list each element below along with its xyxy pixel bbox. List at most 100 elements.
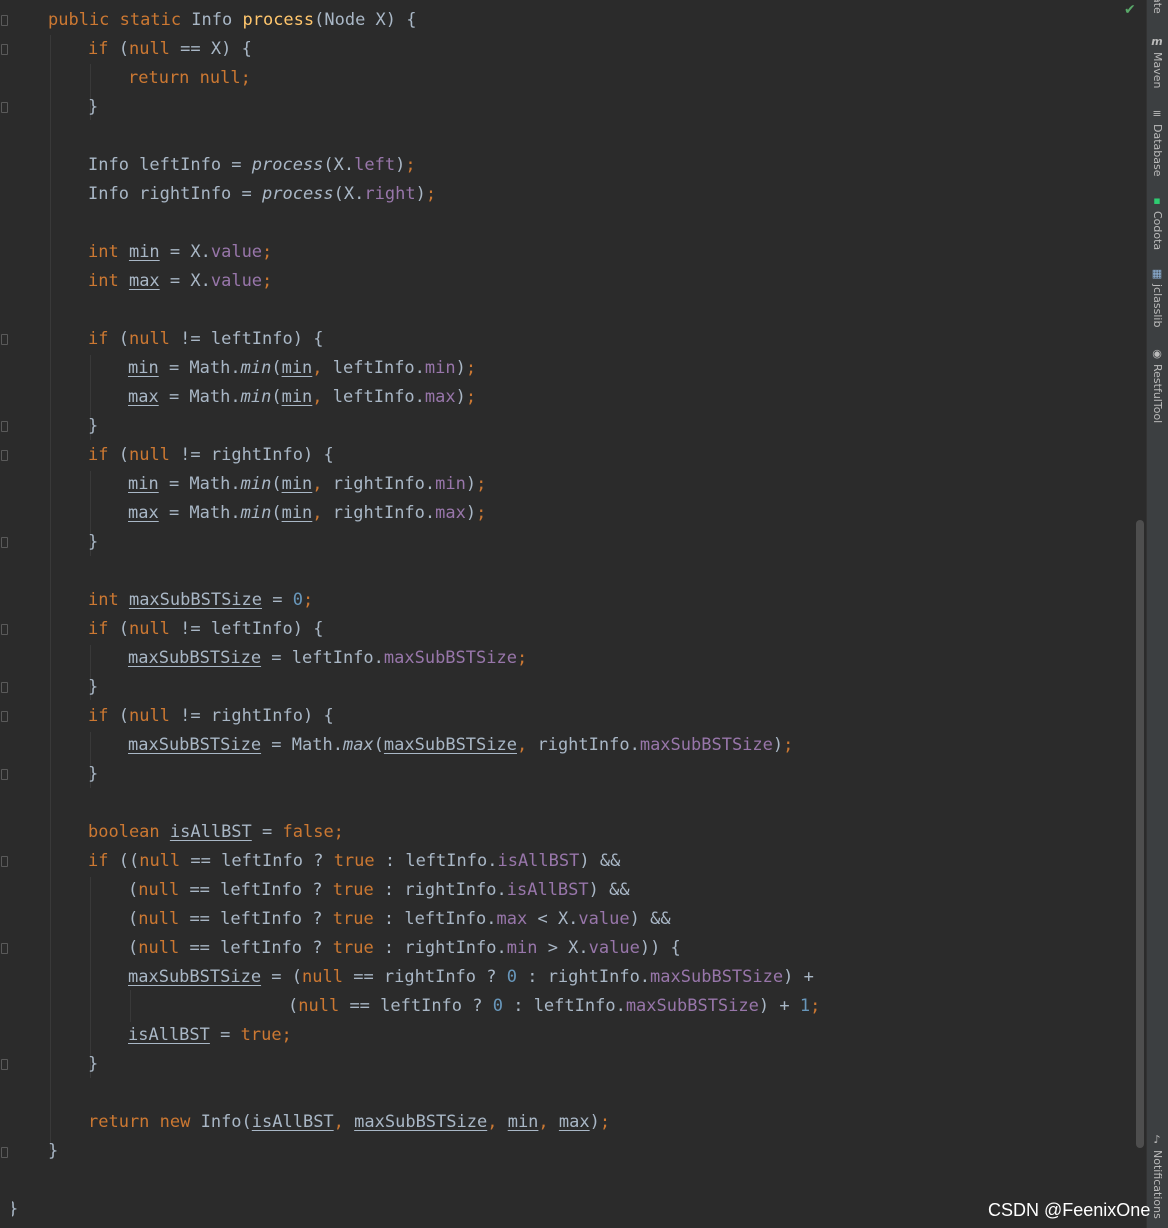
- fold-marker-icon[interactable]: [1, 334, 8, 345]
- code-token: return new: [88, 1112, 201, 1132]
- code-token: null: [128, 706, 181, 726]
- code-line[interactable]: int maxSubBSTSize = 0;: [88, 586, 313, 615]
- code-line[interactable]: boolean isAllBST = false;: [88, 818, 344, 847]
- code-line[interactable]: (null == leftInfo ? true : rightInfo.min…: [128, 934, 681, 963]
- code-line[interactable]: (null == leftInfo ? true : rightInfo.isA…: [128, 876, 630, 905]
- code-line[interactable]: }: [88, 1050, 98, 1079]
- code-token: > X.: [537, 938, 589, 958]
- code-token: boolean: [88, 822, 170, 842]
- fold-marker-icon[interactable]: [1, 711, 8, 722]
- code-token: leftInfo.: [332, 358, 425, 378]
- code-line[interactable]: maxSubBSTSize = (null == rightInfo ? 0 :…: [128, 963, 814, 992]
- code-line[interactable]: if (null == X) {: [88, 35, 252, 64]
- csdn-watermark: CSDN @FeenixOne: [988, 1200, 1151, 1220]
- fold-marker-icon[interactable]: [1, 943, 8, 954]
- fold-marker-icon[interactable]: [1, 537, 8, 548]
- code-line[interactable]: (null == leftInfo ? true : leftInfo.max …: [128, 905, 671, 934]
- code-line[interactable]: }: [88, 760, 98, 789]
- fold-marker-icon[interactable]: [1, 450, 8, 461]
- code-line[interactable]: Info leftInfo = process(X.left);: [88, 151, 416, 180]
- code-line[interactable]: }: [88, 673, 98, 702]
- code-line[interactable]: maxSubBSTSize = leftInfo.maxSubBSTSize;: [128, 644, 527, 673]
- code-token: if: [88, 445, 119, 465]
- fold-marker-icon[interactable]: [1, 421, 8, 432]
- code-line[interactable]: if (null != rightInfo) {: [88, 441, 334, 470]
- code-token: ;: [810, 996, 821, 1016]
- fold-marker-icon[interactable]: [1, 44, 8, 55]
- fold-marker-icon[interactable]: [1, 15, 8, 26]
- code-line[interactable]: min = Math.min(min, rightInfo.min);: [128, 470, 486, 499]
- code-token: ;: [465, 358, 477, 378]
- code-token: min: [240, 503, 272, 523]
- fold-marker-icon[interactable]: [1, 624, 8, 635]
- code-line[interactable]: maxSubBSTSize = Math.max(maxSubBSTSize, …: [128, 731, 793, 760]
- code-token: isAllBST: [169, 822, 252, 842]
- code-line[interactable]: }: [88, 528, 98, 557]
- code-line[interactable]: if ((null == leftInfo ? true : leftInfo.…: [88, 847, 620, 876]
- code-token: min: [281, 358, 313, 378]
- code-token: = X.: [159, 242, 211, 262]
- code-line[interactable]: Info rightInfo = process(X.right);: [88, 180, 436, 209]
- scrollbar-thumb[interactable]: [1136, 520, 1144, 1148]
- fold-marker-icon[interactable]: [1, 682, 8, 693]
- code-token: == leftInfo ?: [189, 909, 333, 929]
- fold-marker-icon[interactable]: [1, 1147, 8, 1158]
- indent-guide: [50, 35, 51, 1150]
- code-line[interactable]: isAllBST = true;: [128, 1021, 292, 1050]
- code-token: ) &&: [579, 851, 621, 871]
- code-token: ,: [312, 503, 333, 523]
- code-token: min: [128, 358, 159, 378]
- code-token: leftInfo.: [332, 387, 425, 407]
- code-token: true: [333, 851, 385, 871]
- code-line[interactable]: int min = X.value;: [88, 238, 272, 267]
- code-token: ;: [262, 271, 273, 291]
- code-line[interactable]: return new Info(isAllBST, maxSubBSTSize,…: [88, 1108, 610, 1137]
- code-token: ;: [599, 1112, 611, 1132]
- code-token: process: [242, 10, 315, 30]
- code-token: maxSubBSTSize: [128, 590, 263, 610]
- code-line[interactable]: }: [88, 412, 98, 441]
- code-token: min: [507, 1112, 539, 1132]
- code-token: null: [138, 938, 190, 958]
- fold-marker-icon[interactable]: [1, 769, 8, 780]
- code-token: ;: [405, 155, 416, 175]
- code-line[interactable]: }: [48, 1137, 58, 1166]
- code-token: ;: [783, 735, 794, 755]
- indent-guide: [130, 990, 131, 1022]
- code-token: : leftInfo.: [502, 996, 626, 1016]
- code-token: rightInfo.: [332, 503, 436, 523]
- code-token: = X.: [159, 271, 211, 291]
- code-token: if: [88, 329, 119, 349]
- code-token: false;: [282, 822, 344, 842]
- code-token: =: [209, 1025, 241, 1045]
- code-token: rightInfo.: [332, 474, 436, 494]
- code-token: ((: [118, 851, 140, 871]
- code-token: maxSubBSTSize: [128, 967, 262, 987]
- code-line[interactable]: (null == leftInfo ? 0 : leftInfo.maxSubB…: [288, 992, 820, 1021]
- code-token: value: [578, 909, 630, 929]
- code-token: null: [298, 996, 350, 1016]
- code-editor[interactable]: public static Info process(Node X) {if (…: [0, 0, 1140, 1228]
- code-line[interactable]: if (null != leftInfo) {: [88, 615, 323, 644]
- code-line[interactable]: max = Math.min(min, leftInfo.max);: [128, 383, 476, 412]
- code-line[interactable]: if (null != rightInfo) {: [88, 702, 334, 731]
- code-token: min: [240, 358, 272, 378]
- code-line[interactable]: int max = X.value;: [88, 267, 272, 296]
- code-line[interactable]: return null;: [128, 64, 251, 93]
- code-line[interactable]: }: [88, 93, 98, 122]
- code-token: value: [210, 242, 263, 262]
- code-token: ;: [476, 474, 487, 494]
- code-token: ): [415, 184, 426, 204]
- code-line[interactable]: max = Math.min(min, rightInfo.max);: [128, 499, 486, 528]
- code-token: (: [118, 39, 129, 59]
- code-token: ;: [516, 648, 528, 668]
- code-token: min: [240, 387, 272, 407]
- fold-marker-icon[interactable]: [1, 1059, 8, 1070]
- code-token: : rightInfo.: [383, 938, 507, 958]
- code-line[interactable]: min = Math.min(min, leftInfo.min);: [128, 354, 476, 383]
- fold-marker-icon[interactable]: [1, 856, 8, 867]
- code-line[interactable]: public static Info process(Node X) {: [48, 6, 417, 35]
- fold-marker-icon[interactable]: [1, 102, 8, 113]
- code-line[interactable]: if (null != leftInfo) {: [88, 325, 323, 354]
- code-token: null: [128, 619, 181, 639]
